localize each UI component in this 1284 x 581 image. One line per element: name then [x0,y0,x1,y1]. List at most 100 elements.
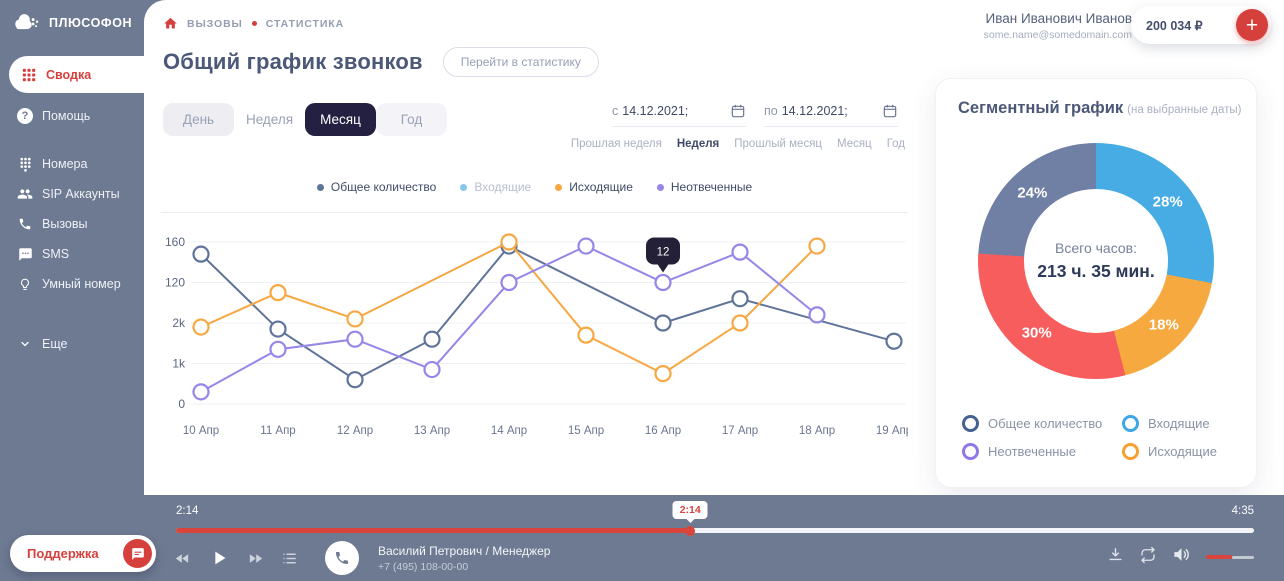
breadcrumb-statistics[interactable]: СТАТИСТИКА [266,18,344,30]
legend-ring-icon [962,443,979,460]
user-name: Иван Иванович Иванов [984,11,1132,26]
calendar-icon[interactable] [730,103,746,119]
player-controls: Василий Петрович / Менеджер +7 (495) 108… [174,541,550,575]
plus-icon: + [1246,15,1258,36]
svg-text:16 Апр: 16 Апр [645,425,681,437]
sidebar-item-numbers[interactable]: Номера [0,149,144,179]
calls-line-chart[interactable]: 01k2k12016010 Апр11 Апр12 Апр13 Апр14 Ап… [161,222,908,457]
svg-text:12: 12 [657,247,670,259]
breadcrumb-calls[interactable]: ВЫЗОВЫ [187,18,243,30]
donut-center-label: Всего часов: [1055,240,1137,256]
date-to-field[interactable]: по14.12.2021; [764,103,898,127]
sidebar-item-help[interactable]: ? Помощь [0,101,144,131]
volume-button[interactable] [1172,545,1191,569]
tab-month[interactable]: Месяц [305,103,376,136]
svg-text:120: 120 [165,276,185,290]
title-row: Общий график звонков Перейти в статистик… [163,47,599,77]
quick-year[interactable]: Год [887,138,905,150]
sidebar: ПЛЮСОФОН Сводка ? Помощь Номера SIP Акка… [0,0,144,581]
date-range: с14.12.2021; по14.12.2021; [612,103,898,127]
main-content: ВЫЗОВЫ СТАТИСТИКА Иван Иванович Иванов s… [144,0,1284,495]
breadcrumb-separator-dot [252,21,257,26]
sidebar-item-calls[interactable]: Вызовы [0,209,144,239]
sidebar-item-label: Вызовы [42,217,88,231]
plusofon-cloud-icon [13,13,43,32]
page-title: Общий график звонков [163,49,423,75]
caller-info: Василий Петрович / Менеджер +7 (495) 108… [378,544,550,573]
sidebar-item-svodka[interactable]: Сводка [9,56,144,93]
sidebar-item-smart-number[interactable]: Умный номер [0,269,144,299]
rewind-button[interactable] [174,550,191,567]
chevron-down-icon [17,336,33,352]
caller-phone: +7 (495) 108-00-00 [378,561,550,573]
calendar-icon[interactable] [882,103,898,119]
legend-ring-icon [1122,415,1139,432]
chat-icon [17,246,33,262]
segment-legend-item[interactable]: Неотвеченные [962,439,1122,463]
fast-forward-icon [247,550,264,567]
quick-last-month[interactable]: Прошлый месяц [734,138,822,150]
segment-legend-item[interactable]: Входящие [1122,411,1217,435]
sidebar-item-label: SIP Аккаунты [42,187,120,201]
legend-item[interactable]: Общее количество [317,180,436,194]
balance-amount: 200 034 ₽ [1146,18,1203,33]
breadcrumb: ВЫЗОВЫ СТАТИСТИКА [163,16,344,31]
sidebar-item-label: Еще [42,337,67,351]
svg-text:160: 160 [165,235,185,249]
sidebar-item-label: Сводка [46,68,91,82]
tab-day[interactable]: День [163,103,234,136]
donut-slice-label: 24% [1017,185,1047,202]
donut-center-value: 213 ч. 35 мин. [1037,261,1154,282]
balance-pill[interactable]: 200 034 ₽ + [1131,6,1271,44]
speaker-icon [1172,545,1191,564]
tab-week[interactable]: Неделя [234,103,305,136]
grid-icon [21,67,37,83]
sidebar-item-sip[interactable]: SIP Аккаунты [0,179,144,209]
repeat-icon [1139,546,1157,564]
legend-item[interactable]: Входящие [460,180,531,194]
phone-icon [17,216,33,232]
svg-text:2k: 2k [172,316,186,330]
sidebar-item-sms[interactable]: SMS [0,239,144,269]
progress-tooltip: 2:14 [673,501,708,519]
date-from-prefix: с [612,104,618,118]
sidebar-item-more[interactable]: Еще [0,329,144,359]
segment-legend-label: Неотвеченные [988,444,1076,459]
segment-legend-item[interactable]: Исходящие [1122,439,1217,463]
svg-text:12 Апр: 12 Апр [337,425,373,437]
segment-legend-item[interactable]: Общее количество [962,411,1122,435]
quick-week[interactable]: Неделя [677,138,719,150]
svg-text:10 Апр: 10 Апр [183,425,219,437]
elapsed-time: 2:14 [176,505,198,517]
legend-item[interactable]: Исходящие [555,180,633,194]
progress-thumb[interactable] [685,526,695,536]
segment-legend-label: Исходящие [1148,444,1217,459]
download-button[interactable] [1107,546,1124,568]
donut-slice-label: 30% [1022,324,1052,341]
legend-item[interactable]: Неотвеченные [657,180,752,194]
home-icon[interactable] [163,16,178,31]
caller-name: Василий Петрович / Менеджер [378,544,550,558]
quick-last-week[interactable]: Прошлая неделя [571,138,662,150]
quick-month[interactable]: Месяц [837,138,872,150]
queue-button[interactable] [281,550,298,567]
volume-slider[interactable] [1206,555,1254,559]
donut-slice-label: 18% [1149,316,1179,333]
brand-logo: ПЛЮСОФОН [0,0,144,32]
user-email: some.name@somedomain.com [984,29,1132,41]
play-button[interactable] [208,547,230,569]
goto-statistics-button[interactable]: Перейти в статистику [443,47,599,77]
brand-name: ПЛЮСОФОН [49,16,132,30]
legend-label: Входящие [474,180,531,194]
date-from-field[interactable]: с14.12.2021; [612,103,746,127]
repeat-button[interactable] [1139,546,1157,569]
progress-bar[interactable]: 2:14 [176,528,1254,533]
fast-forward-button[interactable] [247,550,264,567]
legend-label: Общее количество [331,180,436,194]
tab-year[interactable]: Год [376,103,447,136]
support-label: Поддержка [27,546,99,561]
chart-divider [161,212,908,213]
support-button[interactable]: Поддержка [10,535,156,572]
svg-text:0: 0 [178,397,185,411]
add-funds-button[interactable]: + [1236,9,1268,41]
